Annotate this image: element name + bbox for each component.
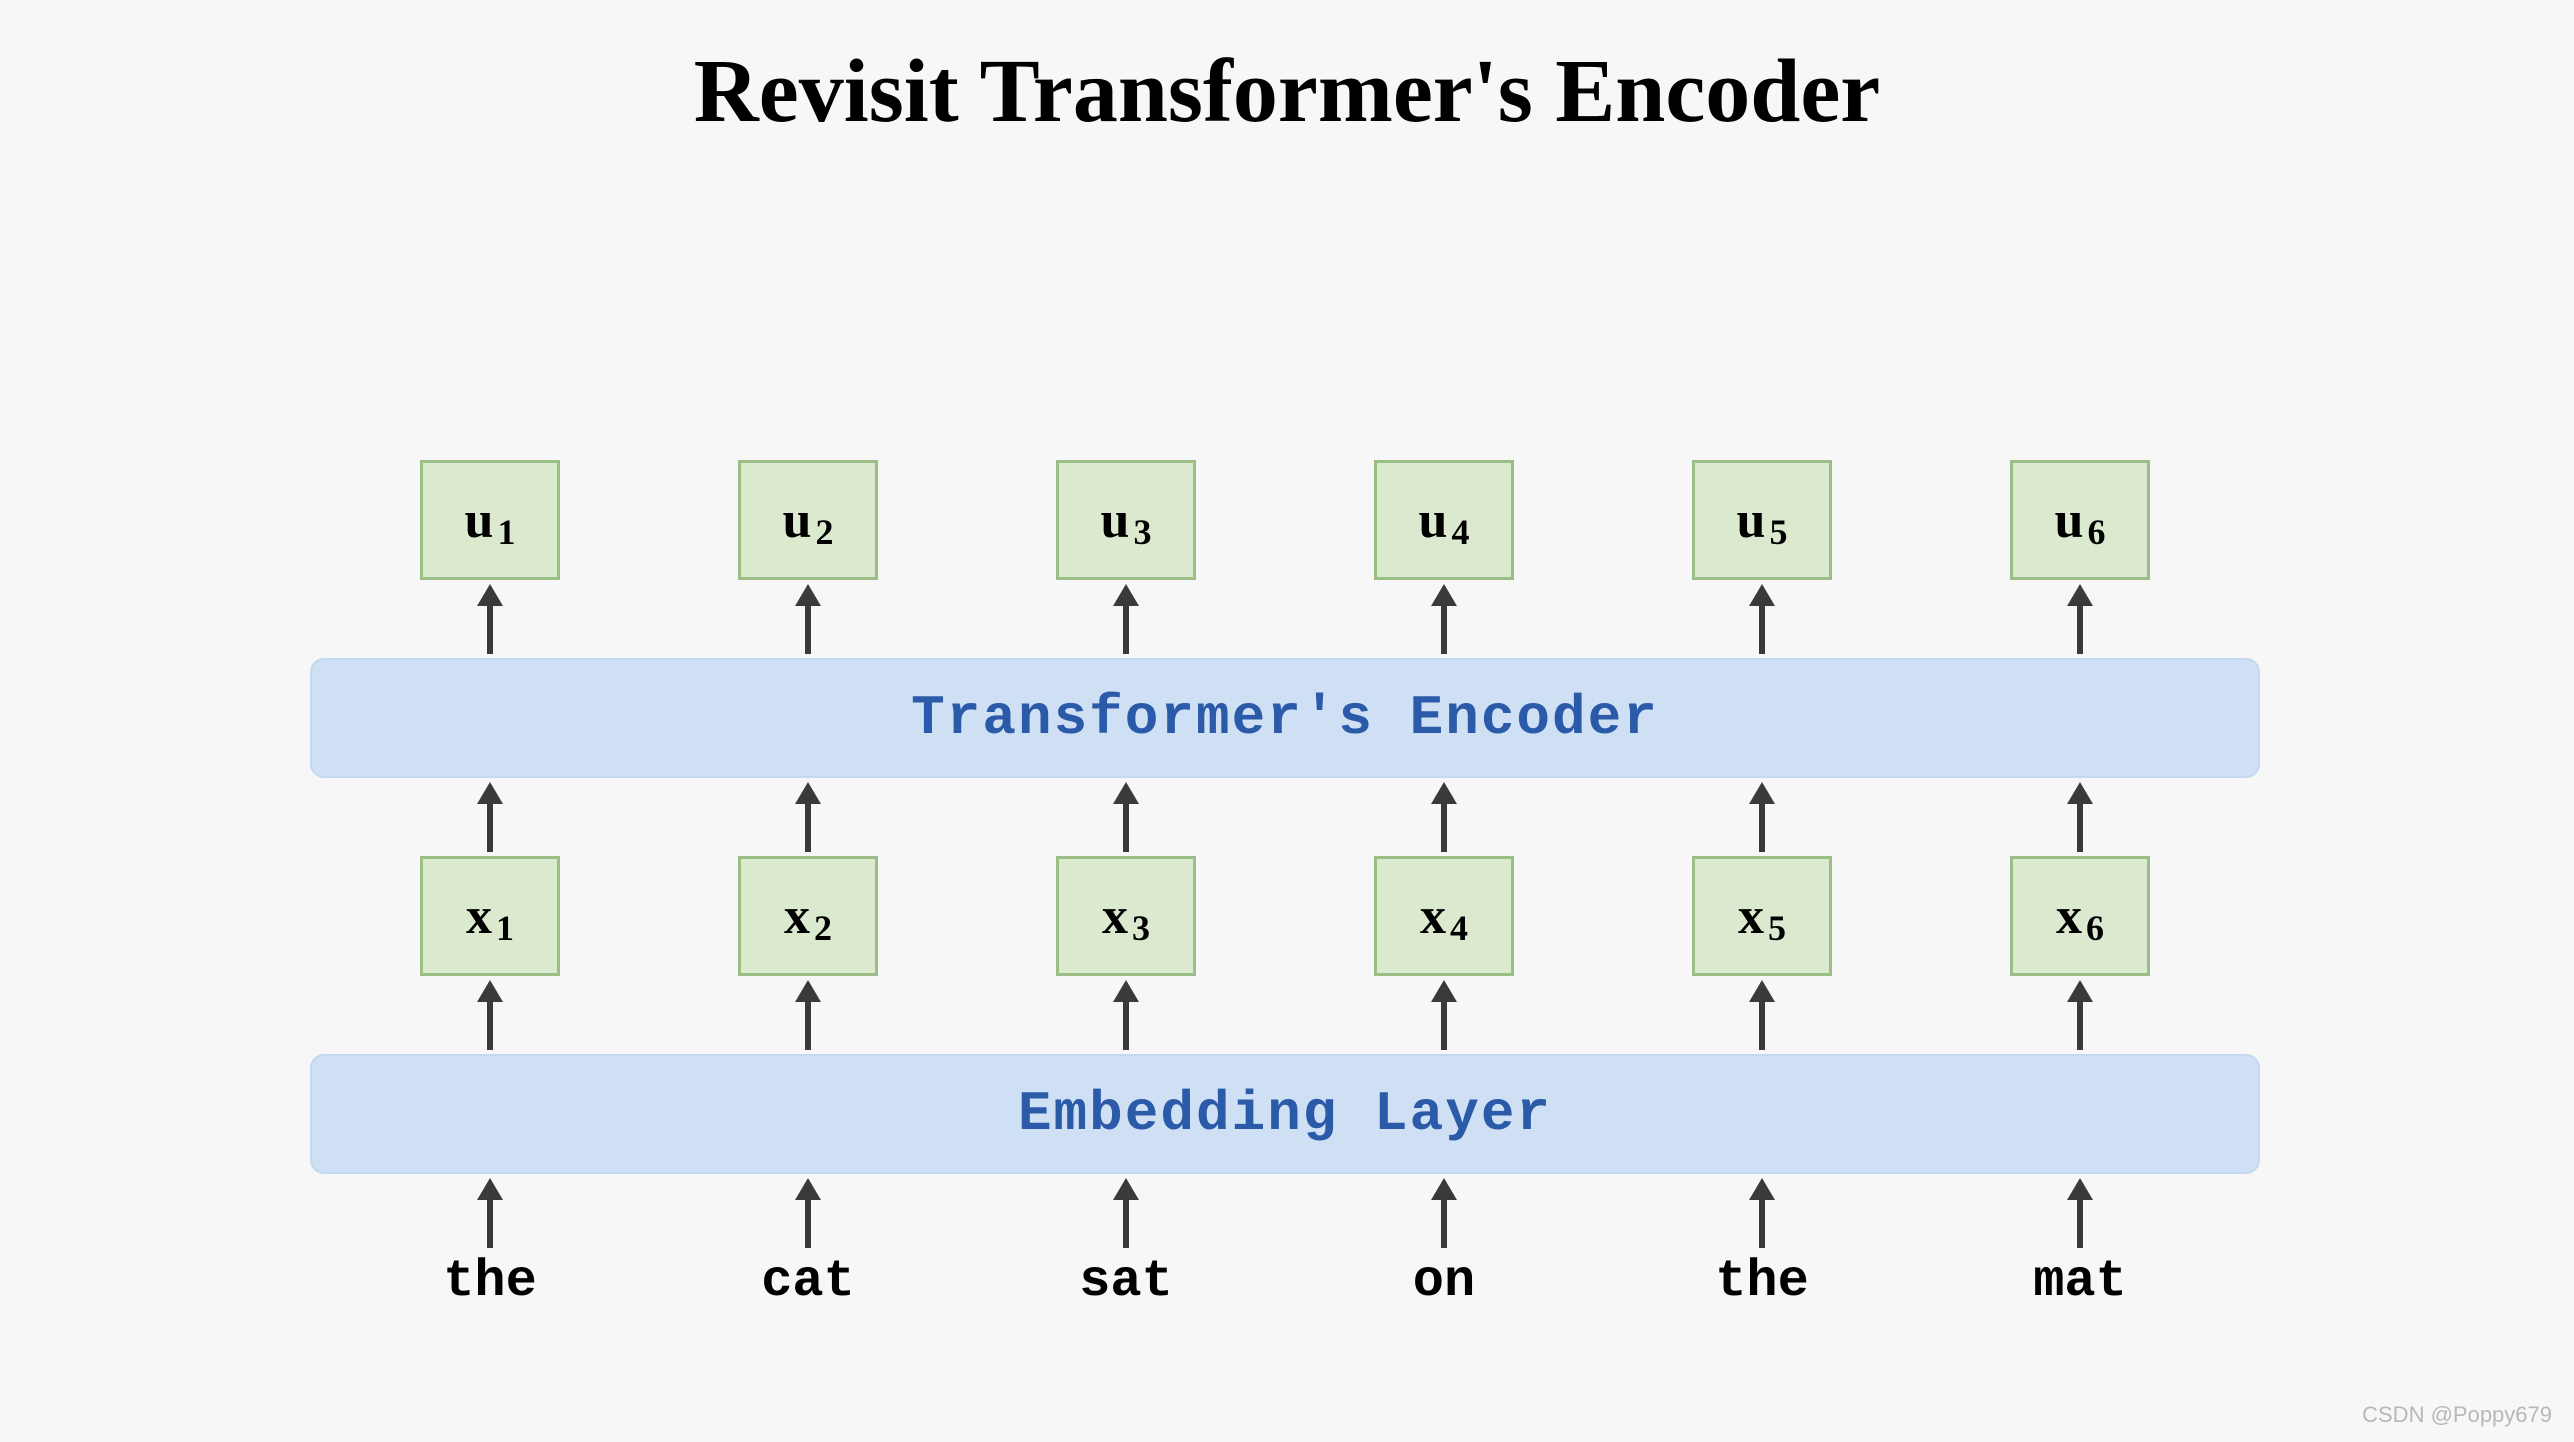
output-node: u6 bbox=[2010, 460, 2150, 580]
up-arrow-icon bbox=[485, 1178, 495, 1248]
up-arrow-icon bbox=[485, 584, 495, 654]
up-arrow-icon bbox=[1439, 1178, 1449, 1248]
arrows-encoder-to-output bbox=[310, 580, 2260, 658]
up-arrow-icon bbox=[2075, 584, 2085, 654]
embedding-node: x5 bbox=[1692, 856, 1832, 976]
input-word: mat bbox=[2010, 1252, 2150, 1311]
up-arrow-icon bbox=[1121, 1178, 1131, 1248]
up-arrow-icon bbox=[2075, 782, 2085, 852]
arrows-layer-to-embed bbox=[310, 976, 2260, 1054]
arrows-word-to-layer bbox=[310, 1174, 2260, 1252]
up-arrow-icon bbox=[2075, 980, 2085, 1050]
embedding-node: x6 bbox=[2010, 856, 2150, 976]
encoder-diagram: u1 u2 u3 u4 u5 u6 Transformer's Encoder … bbox=[310, 460, 2260, 1311]
input-word: on bbox=[1374, 1252, 1514, 1311]
arrows-embed-to-encoder bbox=[310, 778, 2260, 856]
embedding-node: x4 bbox=[1374, 856, 1514, 976]
output-node: u1 bbox=[420, 460, 560, 580]
up-arrow-icon bbox=[1439, 980, 1449, 1050]
input-word: sat bbox=[1056, 1252, 1196, 1311]
input-word: the bbox=[420, 1252, 560, 1311]
embedding-node: x3 bbox=[1056, 856, 1196, 976]
up-arrow-icon bbox=[803, 782, 813, 852]
output-row: u1 u2 u3 u4 u5 u6 bbox=[310, 460, 2260, 580]
up-arrow-icon bbox=[1757, 980, 1767, 1050]
up-arrow-icon bbox=[1757, 782, 1767, 852]
input-word: cat bbox=[738, 1252, 878, 1311]
output-node: u4 bbox=[1374, 460, 1514, 580]
embedding-node: x1 bbox=[420, 856, 560, 976]
transformer-encoder-block: Transformer's Encoder bbox=[310, 658, 2260, 778]
up-arrow-icon bbox=[803, 980, 813, 1050]
up-arrow-icon bbox=[1757, 584, 1767, 654]
watermark: CSDN @Poppy679 bbox=[2362, 1402, 2552, 1428]
output-node: u3 bbox=[1056, 460, 1196, 580]
up-arrow-icon bbox=[485, 782, 495, 852]
up-arrow-icon bbox=[1121, 782, 1131, 852]
up-arrow-icon bbox=[803, 1178, 813, 1248]
up-arrow-icon bbox=[1757, 1178, 1767, 1248]
up-arrow-icon bbox=[1439, 782, 1449, 852]
up-arrow-icon bbox=[2075, 1178, 2085, 1248]
input-word: the bbox=[1692, 1252, 1832, 1311]
embedding-node: x2 bbox=[738, 856, 878, 976]
up-arrow-icon bbox=[1121, 584, 1131, 654]
up-arrow-icon bbox=[1121, 980, 1131, 1050]
page-title: Revisit Transformer's Encoder bbox=[0, 0, 2574, 143]
up-arrow-icon bbox=[485, 980, 495, 1050]
embedding-layer-block: Embedding Layer bbox=[310, 1054, 2260, 1174]
output-node: u2 bbox=[738, 460, 878, 580]
up-arrow-icon bbox=[803, 584, 813, 654]
input-words-row: the cat sat on the mat bbox=[310, 1252, 2260, 1311]
embedding-row: x1 x2 x3 x4 x5 x6 bbox=[310, 856, 2260, 976]
output-node: u5 bbox=[1692, 460, 1832, 580]
up-arrow-icon bbox=[1439, 584, 1449, 654]
